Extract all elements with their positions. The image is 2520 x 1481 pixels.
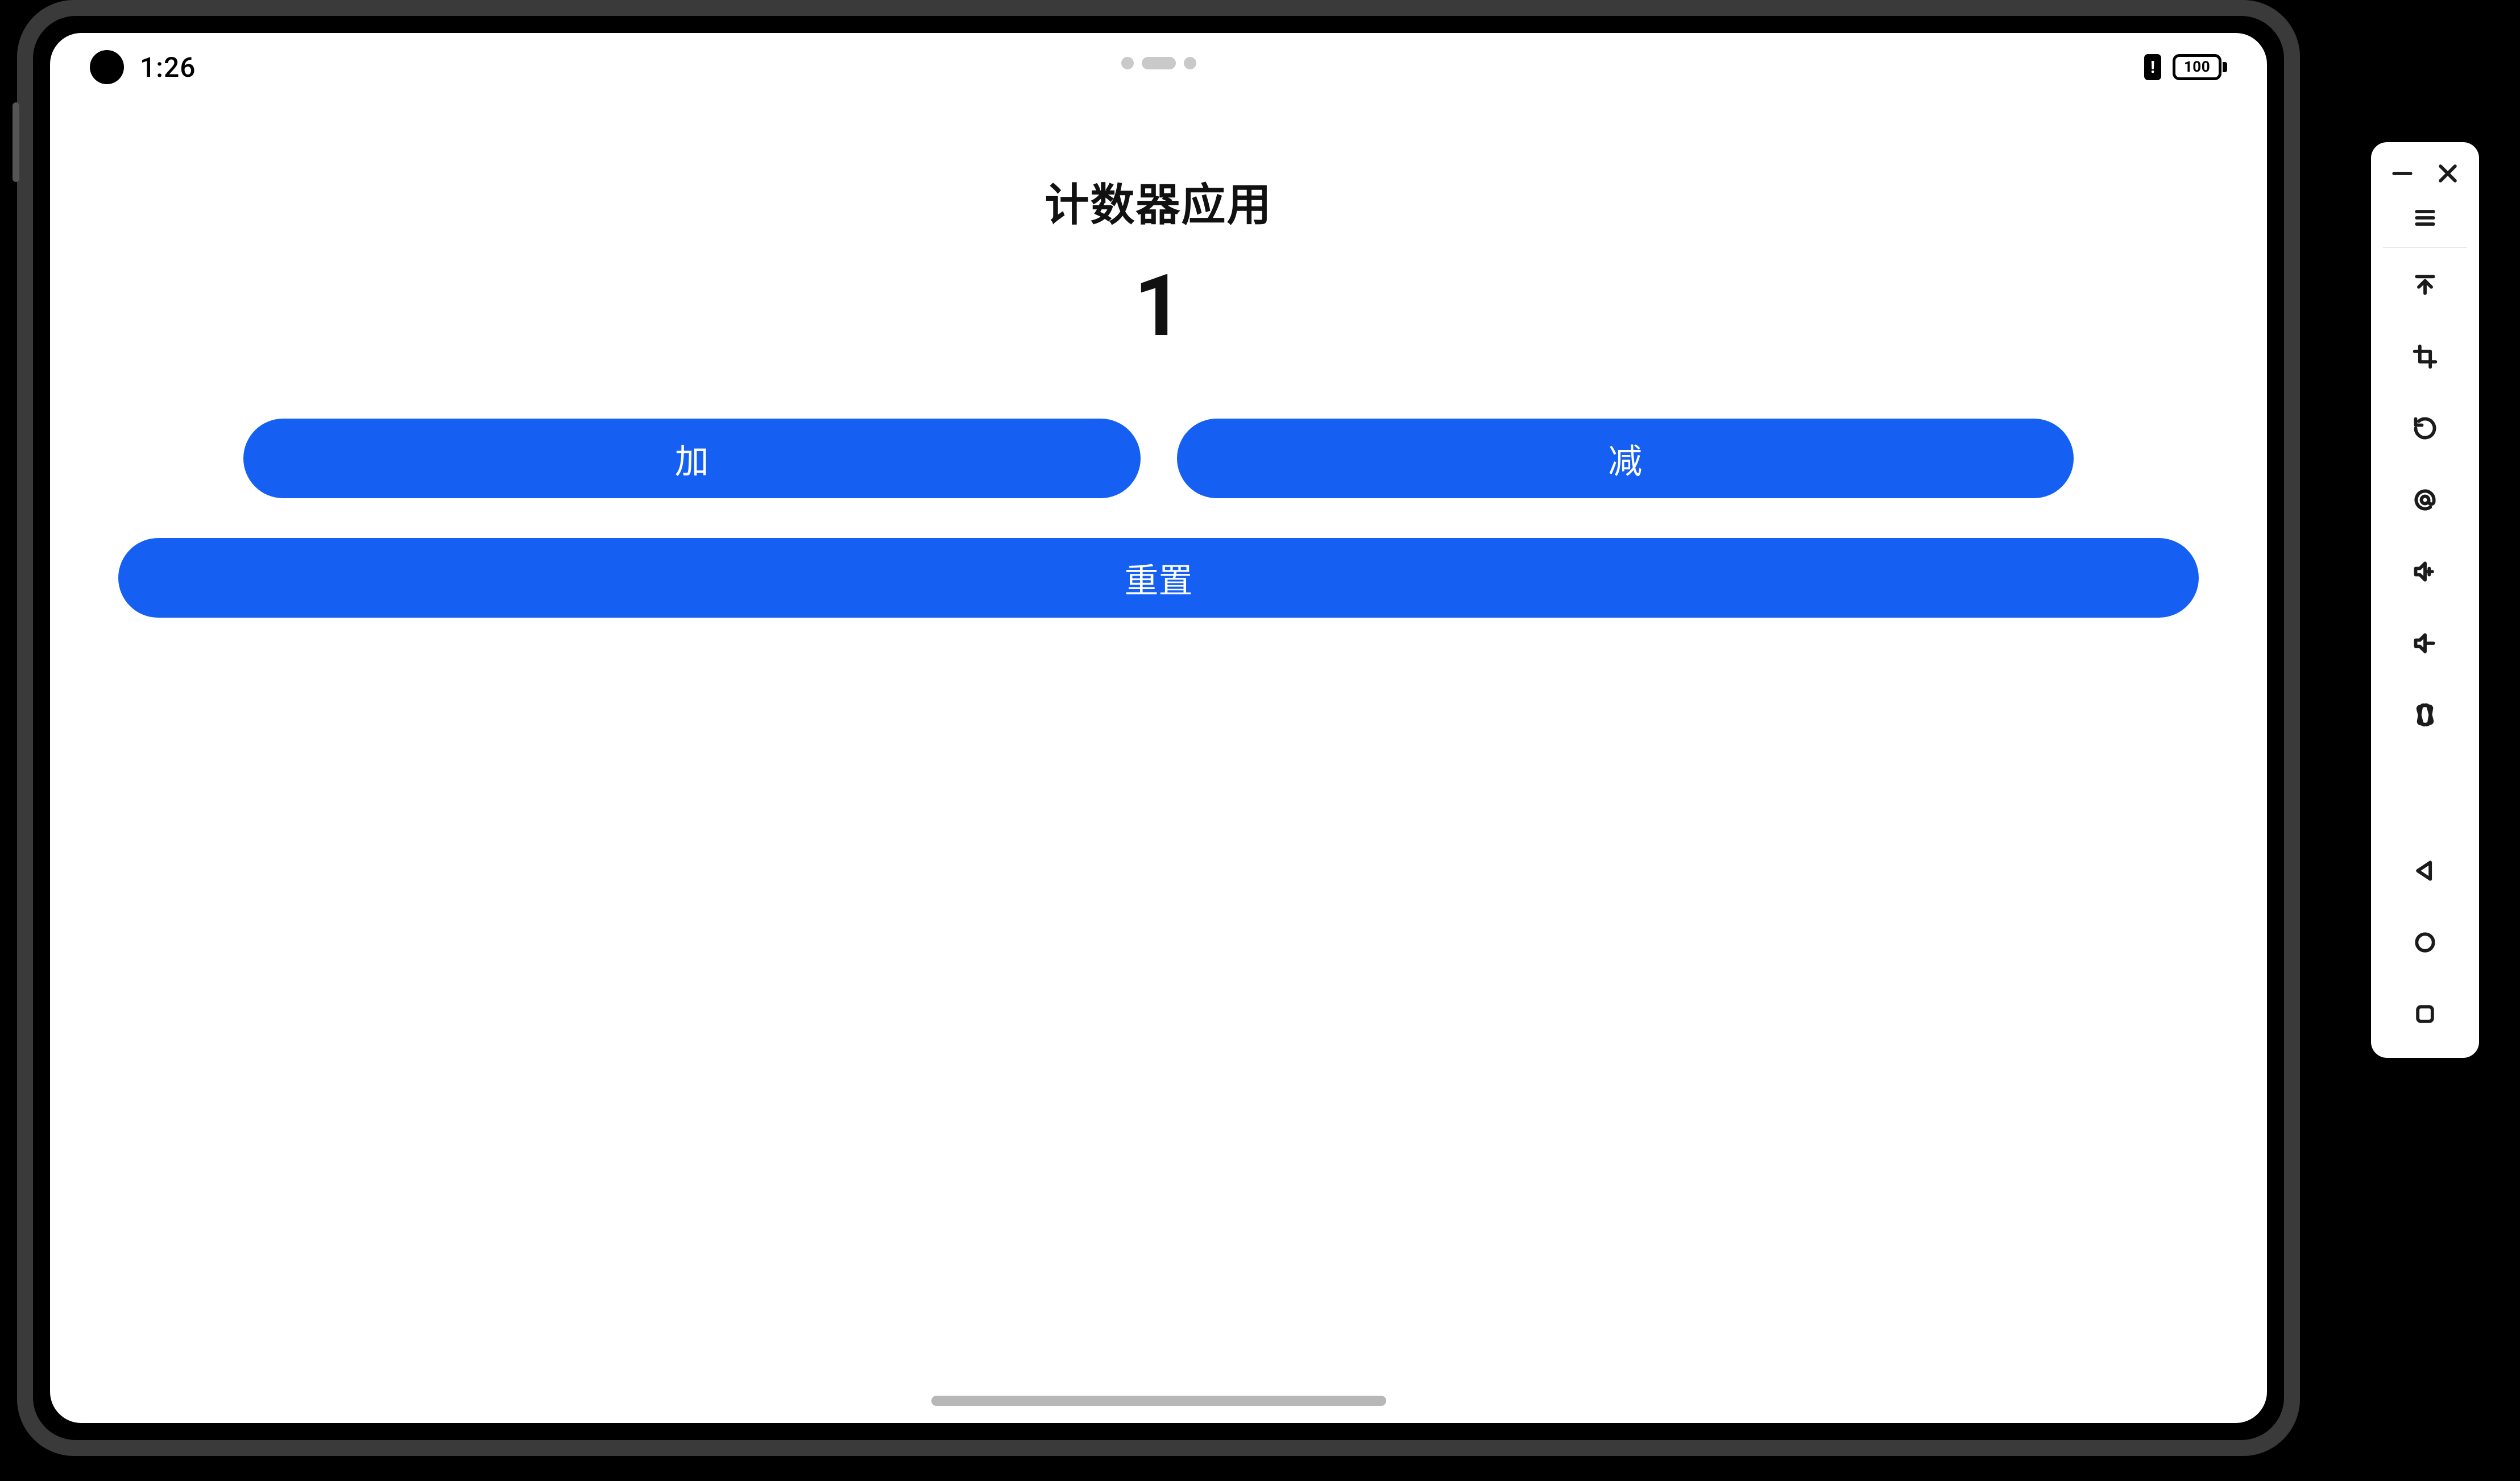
app-title: 计数器应用 xyxy=(1045,169,1272,233)
tablet-frame: 1:26 ! 100 xyxy=(17,0,2300,1456)
battery-indicator: 100 xyxy=(2173,54,2227,80)
device-screen: 1:26 ! 100 xyxy=(50,33,2267,1423)
alert-icon: ! xyxy=(2144,54,2161,80)
pill-icon xyxy=(1184,57,1196,69)
front-camera-icon xyxy=(90,50,124,84)
increment-button[interactable]: 加 xyxy=(243,419,1141,498)
battery-level: 100 xyxy=(2173,54,2221,80)
nav-overview-icon[interactable] xyxy=(2410,999,2440,1029)
battery-tip-icon xyxy=(2223,62,2227,72)
close-button[interactable] xyxy=(2432,158,2463,189)
status-bar: 1:26 ! 100 xyxy=(50,33,2267,101)
home-indicator[interactable] xyxy=(931,1396,1386,1406)
volume-up-icon[interactable] xyxy=(2410,556,2440,587)
arrow-up-to-line-icon[interactable] xyxy=(2410,270,2440,300)
emulator-toolbar xyxy=(2371,142,2479,1058)
reset-button[interactable]: 重置 xyxy=(118,538,2199,618)
decrement-button[interactable]: 减 xyxy=(1177,419,2074,498)
power-button[interactable] xyxy=(13,102,19,182)
counter-value: 1 xyxy=(1134,256,1183,356)
minimize-button[interactable] xyxy=(2387,158,2418,189)
hamburger-menu-icon[interactable] xyxy=(2410,202,2440,233)
nav-back-icon[interactable] xyxy=(2410,855,2440,886)
divider xyxy=(2383,247,2467,248)
volume-down-icon[interactable] xyxy=(2410,628,2440,659)
app-content: 计数器应用 1 加 减 重置 xyxy=(50,118,2267,1423)
tablet-bezel: 1:26 ! 100 xyxy=(33,16,2284,1440)
status-center-pills xyxy=(1121,57,1196,69)
rotate-ccw-icon[interactable] xyxy=(2410,413,2440,444)
rotate-device-icon[interactable] xyxy=(2410,700,2440,730)
button-row: 重置 xyxy=(118,538,2199,618)
nav-home-icon[interactable] xyxy=(2410,927,2440,958)
at-sign-icon[interactable] xyxy=(2410,485,2440,515)
status-clock: 1:26 xyxy=(140,51,196,84)
pill-icon xyxy=(1142,57,1176,69)
pill-icon xyxy=(1121,57,1134,69)
button-row: 加 减 xyxy=(118,419,2199,498)
crop-icon[interactable] xyxy=(2410,341,2440,372)
